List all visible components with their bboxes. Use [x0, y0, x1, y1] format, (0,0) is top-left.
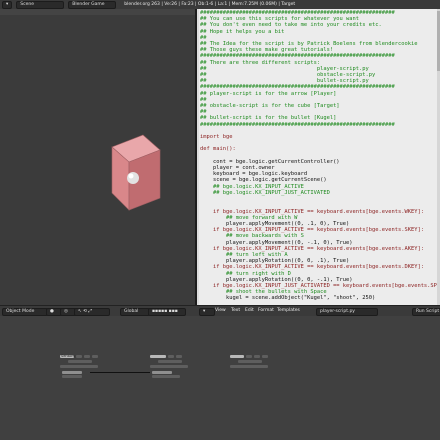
orientation-selector[interactable]: Global	[120, 308, 150, 316]
code-line[interactable]: if bge.logic.KX_INPUT_ACTIVE == keyboard…	[200, 246, 440, 252]
actuators-target-field[interactable]	[238, 360, 262, 363]
menu-view[interactable]: View	[215, 308, 226, 313]
code-line[interactable]: if bge.logic.KX_INPUT_ACTIVE == keyboard…	[200, 264, 440, 270]
controllers-state-field[interactable]	[158, 360, 182, 363]
add-sensor-button[interactable]	[60, 365, 98, 368]
logic-bricks: Sensors	[50, 354, 330, 385]
sphere-highlight	[128, 173, 134, 179]
sensor-brick-body[interactable]	[62, 375, 82, 378]
render-engine-selector[interactable]: Blender Game	[68, 0, 117, 9]
menu-templates[interactable]: Templates	[277, 308, 300, 313]
sensors-column: Sensors	[60, 354, 98, 379]
add-controller-button[interactable]	[150, 365, 188, 368]
controllers-menu-button[interactable]	[150, 355, 166, 358]
sensors-act-toggle[interactable]	[84, 355, 90, 358]
3d-viewport[interactable]	[0, 15, 195, 305]
layers-widget[interactable]: ▪▪▪▪▪ ▪▪▪	[148, 308, 186, 316]
object-mode-selector[interactable]: Object Mode	[2, 308, 48, 316]
menu-format[interactable]: Format	[258, 308, 274, 313]
actuators-menu-button[interactable]	[230, 355, 244, 358]
controllers-column	[150, 355, 188, 379]
controllers-act-toggle[interactable]	[176, 355, 182, 358]
actuators-sel-toggle[interactable]	[246, 355, 252, 358]
actuators-link-toggle[interactable]	[262, 355, 268, 358]
add-actuator-button[interactable]	[230, 365, 268, 368]
sensors-link-toggle[interactable]	[92, 355, 98, 358]
menu-edit[interactable]: Edit	[245, 308, 254, 313]
sensors-target-field[interactable]	[68, 360, 92, 363]
sensor-brick[interactable]	[62, 371, 82, 374]
manipulator-toggle[interactable]: ↖ ⟲ ⤢	[74, 308, 110, 316]
editor-type-menu[interactable]: ▾	[2, 0, 13, 9]
actuators-act-toggle[interactable]	[254, 355, 260, 358]
controllers-sel-toggle[interactable]	[168, 355, 174, 358]
controller-brick[interactable]	[152, 371, 172, 374]
sensors-label: Sensors	[61, 354, 75, 358]
code-line[interactable]: if bge.logic.KX_INPUT_ACTIVE == keyboard…	[200, 209, 440, 215]
editor-gutter	[197, 9, 199, 305]
bullet-sphere[interactable]	[127, 172, 139, 184]
cube-object[interactable]	[111, 134, 161, 211]
text-editor[interactable]: ########################################…	[197, 9, 440, 305]
controller-brick-body[interactable]	[152, 375, 180, 378]
code-line[interactable]: kugel = scene.addObject("Kugel", "shoot"…	[200, 295, 440, 301]
menu-text[interactable]: Text	[231, 308, 240, 313]
actuators-column	[230, 355, 268, 379]
text-datablock-selector[interactable]: player-script.py	[316, 308, 378, 316]
viewport-scene	[111, 134, 161, 211]
code-text[interactable]: ########################################…	[200, 10, 440, 302]
run-script-button[interactable]: Run Script	[412, 308, 440, 316]
sensor-controller-link	[90, 372, 150, 373]
scene-selector[interactable]: Scene	[16, 0, 65, 9]
editor-type-menu-text[interactable]: ▾	[199, 308, 215, 316]
scene-stats: blender.org 263 | Ve:26 | Fa:23 | Ob:1-6…	[124, 2, 296, 7]
sensors-sel-toggle[interactable]	[76, 355, 82, 358]
